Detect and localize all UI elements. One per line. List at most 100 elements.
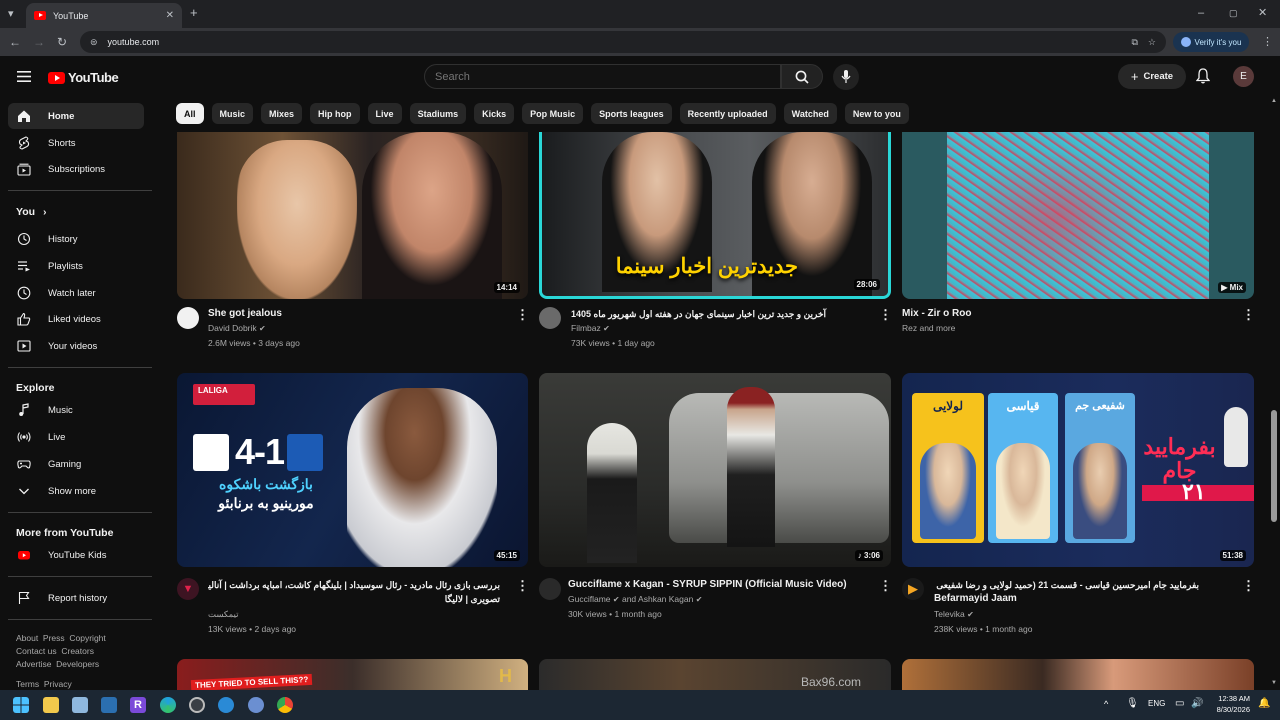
- install-app-icon[interactable]: ⧉: [1131, 37, 1137, 48]
- video-thumbnail[interactable]: ♪ 3:06: [539, 373, 891, 567]
- chip-kicks[interactable]: Kicks: [474, 103, 515, 124]
- chip-pop-music[interactable]: Pop Music: [522, 103, 584, 124]
- video-title[interactable]: Mix - Zir o Roo: [902, 307, 1222, 321]
- video-thumbnail[interactable]: 14:14: [177, 132, 528, 299]
- hamburger-menu-icon[interactable]: [17, 71, 31, 82]
- scrollbar-thumb[interactable]: [1271, 410, 1277, 522]
- sidebar-item-report-history[interactable]: Report history: [8, 585, 144, 611]
- app-icon[interactable]: [189, 697, 205, 713]
- more-actions-icon[interactable]: ⋮: [879, 308, 892, 323]
- avatar[interactable]: E: [1233, 66, 1254, 87]
- scroll-up-icon[interactable]: ▲: [1271, 98, 1277, 104]
- video-thumbnail[interactable]: لولایی قیاسی شفیعی جم بفرمایید جام ۲۱ 51…: [902, 373, 1254, 567]
- clock[interactable]: 12:38 AM 8/30/2026: [1217, 693, 1250, 715]
- chip-live[interactable]: Live: [367, 103, 402, 124]
- footer-line[interactable]: Advertise Developers: [16, 658, 146, 671]
- chip-sports-leagues[interactable]: Sports leagues: [591, 103, 672, 124]
- channel-name[interactable]: Rez and more: [902, 321, 955, 336]
- sidebar-item-playlists[interactable]: Playlists: [8, 253, 144, 279]
- channel-name[interactable]: Televika ✔: [934, 607, 974, 622]
- footer-line[interactable]: About Press Copyright: [16, 632, 146, 645]
- desktop-app-icon[interactable]: [101, 697, 117, 713]
- minimize-icon[interactable]: –: [1198, 6, 1204, 20]
- language-indicator[interactable]: ENG: [1148, 699, 1165, 708]
- video-thumbnail[interactable]: ▶ Mix: [902, 132, 1254, 299]
- volume-icon[interactable]: 🔊: [1191, 698, 1203, 709]
- voice-search-button[interactable]: [833, 64, 859, 90]
- more-actions-icon[interactable]: ⋮: [879, 579, 892, 594]
- sidebar-item-home[interactable]: Home: [8, 103, 144, 129]
- video-title[interactable]: Gucciflame x Kagan - SYRUP SIPPIN (Offic…: [568, 578, 873, 592]
- app-icon[interactable]: [248, 697, 264, 713]
- more-actions-icon[interactable]: ⋮: [516, 579, 529, 594]
- sidebar-item-watch-later[interactable]: Watch later: [8, 280, 144, 306]
- verify-profile-button[interactable]: Verify it's you: [1173, 32, 1249, 52]
- sidebar-item-subscriptions[interactable]: Subscriptions: [8, 156, 144, 182]
- sidebar-item-live[interactable]: Live: [8, 424, 144, 450]
- more-actions-icon[interactable]: ⋮: [1242, 308, 1255, 323]
- tray-overflow-icon[interactable]: ^: [1104, 699, 1108, 709]
- video-thumbnail[interactable]: جدیدترین اخبار سینما 28:06: [539, 132, 891, 299]
- search-input[interactable]: [424, 64, 781, 89]
- url-bar[interactable]: ⊜ youtube.com ⧉ ☆: [80, 31, 1166, 53]
- video-thumbnail[interactable]: THEY TRIED TO SELL THIS?? H: [177, 659, 528, 690]
- sidebar-item-music[interactable]: Music: [8, 397, 144, 423]
- sidebar-item-your-videos[interactable]: Your videos: [8, 333, 144, 359]
- microphone-tray-icon[interactable]: 🎙: [1126, 698, 1139, 709]
- footer-links[interactable]: About Press Copyright Contact us Creator…: [16, 632, 146, 691]
- reload-icon[interactable]: ↻: [57, 35, 67, 49]
- chip-new-to-you[interactable]: New to you: [844, 103, 909, 124]
- chip-mixes[interactable]: Mixes: [261, 103, 303, 124]
- video-thumbnail[interactable]: Bax96.com: [539, 659, 891, 690]
- you-heading[interactable]: You ›: [16, 206, 46, 218]
- sidebar-item-youtube-kids[interactable]: YouTube Kids: [8, 542, 144, 568]
- file-explorer-icon[interactable]: [43, 697, 59, 713]
- channel-name[interactable]: Filmbaz ✔: [571, 321, 610, 336]
- sidebar-item-history[interactable]: History: [8, 226, 144, 252]
- chip-stadiums[interactable]: Stadiums: [409, 103, 467, 124]
- browser-menu-icon[interactable]: ⋮: [1262, 35, 1273, 49]
- sidebar-item-gaming[interactable]: Gaming: [8, 451, 144, 477]
- chip-hip-hop[interactable]: Hip hop: [310, 103, 360, 124]
- page-scrollbar[interactable]: ▲ ▼: [1268, 96, 1280, 690]
- close-window-icon[interactable]: ✕: [1258, 6, 1267, 20]
- video-thumbnail[interactable]: [902, 659, 1254, 690]
- back-icon[interactable]: ←: [9, 35, 21, 49]
- chrome-browser-icon[interactable]: [277, 697, 293, 713]
- video-title[interactable]: آخرین و جدید ترین اخبار سینمای جهان در ه…: [571, 307, 871, 321]
- channel-name[interactable]: تیمکست: [208, 607, 238, 622]
- search-button[interactable]: [781, 64, 823, 89]
- channel-name[interactable]: Gucciflame ✔ and Ashkan Kagan ✔: [568, 592, 702, 607]
- video-title[interactable]: She got jealous: [208, 307, 508, 321]
- close-tab-icon[interactable]: ✕: [166, 10, 174, 21]
- forward-icon[interactable]: →: [33, 35, 45, 49]
- notifications-icon[interactable]: 🔔: [1258, 698, 1270, 709]
- channel-avatar[interactable]: [177, 307, 199, 329]
- browser-tab[interactable]: YouTube ✕: [26, 3, 182, 28]
- channel-avatar[interactable]: ▶: [902, 578, 924, 600]
- site-info-icon[interactable]: ⊜: [90, 37, 98, 48]
- video-title[interactable]: بررسی بازی رئال مادرید - رئال سوسیداد | …: [208, 578, 500, 606]
- video-title[interactable]: بفرمایید جام امیرحسین قیاسی - قسمت 21 (ح…: [934, 578, 1199, 606]
- footer-line[interactable]: Contact us Creators: [16, 645, 146, 658]
- bookmark-star-icon[interactable]: ☆: [1148, 37, 1156, 48]
- sidebar-item-liked-videos[interactable]: Liked videos: [8, 306, 144, 332]
- windows-start-icon[interactable]: [13, 697, 29, 713]
- channel-avatar[interactable]: ▼: [177, 578, 199, 600]
- r-app-icon[interactable]: R: [130, 697, 146, 713]
- chip-recently-uploaded[interactable]: Recently uploaded: [679, 103, 776, 124]
- youtube-logo[interactable]: YouTube: [48, 70, 119, 85]
- new-tab-icon[interactable]: +: [190, 6, 198, 20]
- network-icon[interactable]: ▭: [1175, 698, 1184, 709]
- chip-music[interactable]: Music: [211, 103, 254, 124]
- photos-app-icon[interactable]: [72, 697, 88, 713]
- chip-watched[interactable]: Watched: [783, 103, 837, 124]
- channel-avatar[interactable]: [539, 307, 561, 329]
- more-actions-icon[interactable]: ⋮: [516, 308, 529, 323]
- edge-browser-icon[interactable]: [160, 697, 176, 713]
- notifications-bell-icon[interactable]: [1196, 68, 1210, 84]
- tab-search-icon[interactable]: ▾: [8, 7, 14, 21]
- scroll-down-icon[interactable]: ▼: [1271, 680, 1277, 686]
- sidebar-item-show-more[interactable]: Show more: [8, 478, 144, 504]
- channel-avatar[interactable]: [539, 578, 561, 600]
